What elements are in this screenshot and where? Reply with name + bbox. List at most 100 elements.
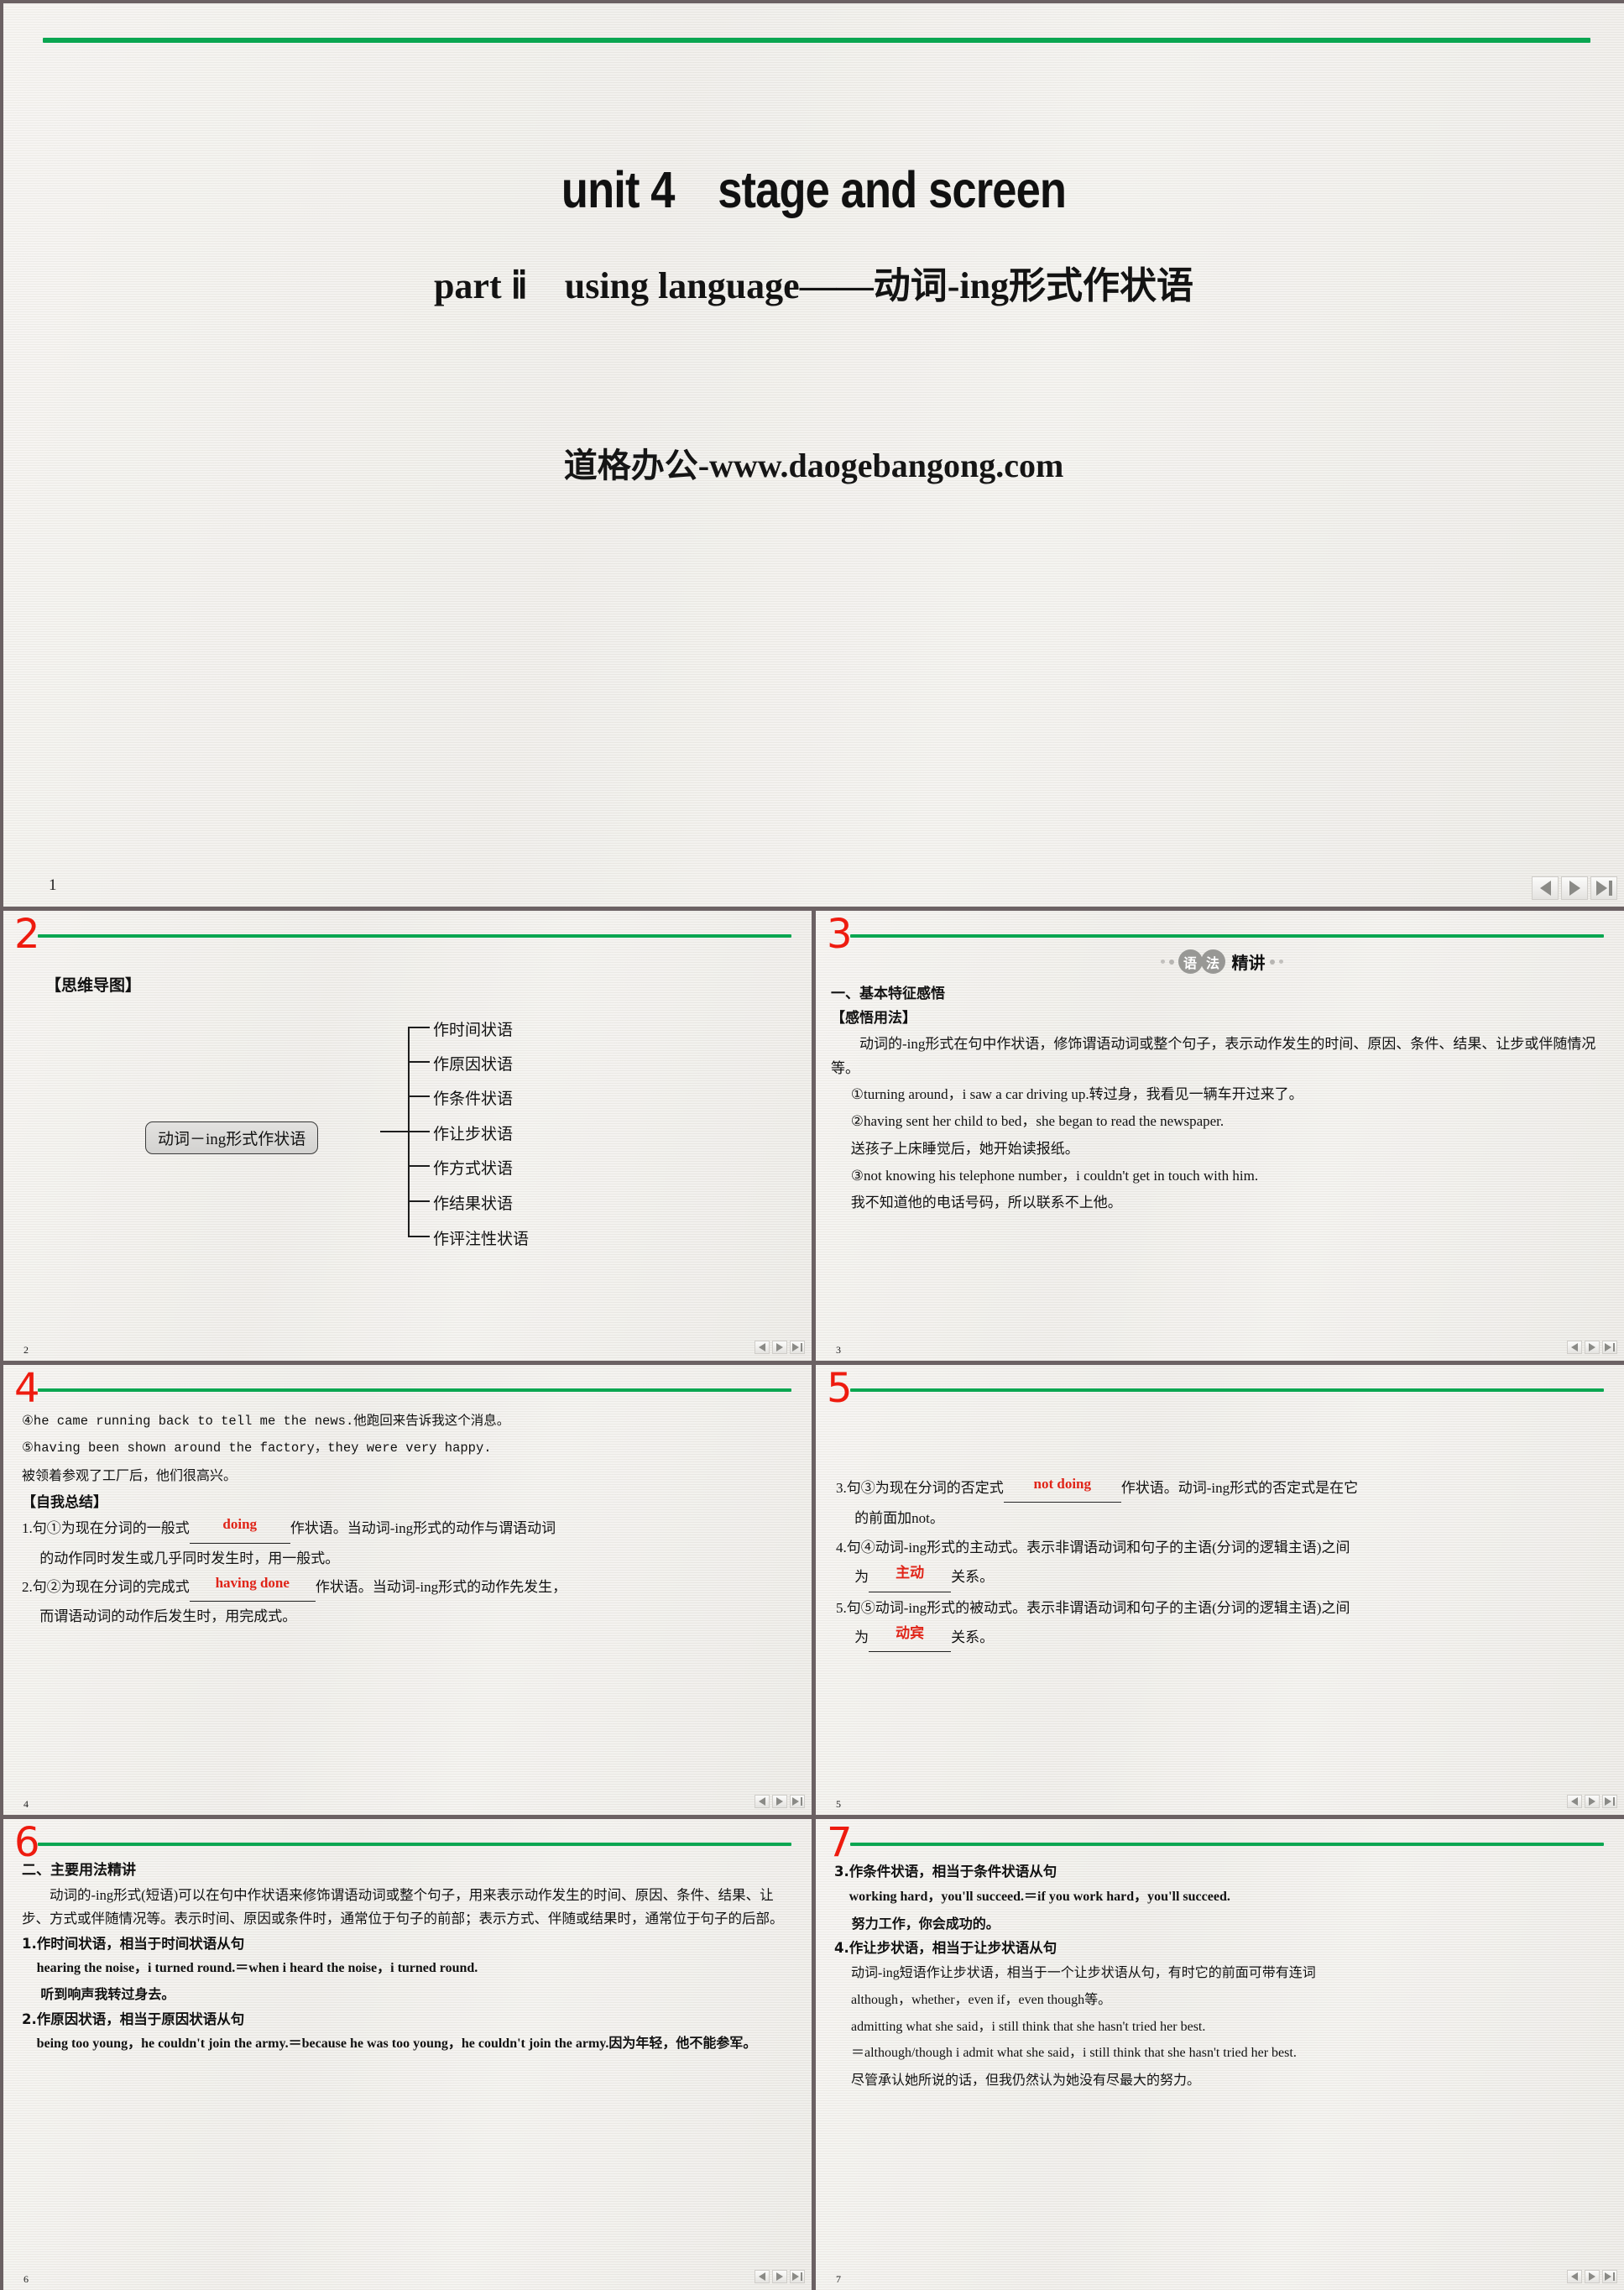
- last-slide-button[interactable]: [1590, 876, 1617, 900]
- prev-slide-button[interactable]: [1567, 2270, 1582, 2283]
- slide-5: 5 3.句③为现在分词的否定式 not doing 作状语。动词-ing形式的否定式…: [816, 1365, 1624, 1815]
- example-line: 送孩子上床睡觉后，她开始读报纸。: [850, 1140, 1079, 1157]
- slide-body: 【思维导图】 动词－ing形式作状语 作时间状语 作原因状语 作条件状语 作让步…: [23, 951, 796, 1337]
- rule-title: 4.作让步状语，相当于让步状语从句: [834, 1940, 1057, 1957]
- rule-example-en: admitting what she said，i still think th…: [851, 2019, 1206, 2034]
- mindmap-branch-line: [408, 1095, 430, 1097]
- badge-dot: [1160, 959, 1165, 964]
- mindmap-branch-line: [408, 1236, 430, 1237]
- mindmap-item: 作条件状语: [433, 1090, 514, 1108]
- summary-tail: 作状语。动词-ing形式的否定式是在它: [1120, 1480, 1359, 1496]
- slide-nav-controls[interactable]: [755, 1795, 805, 1808]
- rule-example-en: being too young，he couldn't join the arm…: [36, 2036, 757, 2051]
- blank-prefix: 为: [854, 1569, 869, 1586]
- mindmap: 动词－ing形式作状语 作时间状语 作原因状语 作条件状语 作让步状语 作方式状…: [124, 1006, 712, 1292]
- skip-end-icon: [1595, 881, 1612, 896]
- example-line: ⑤having been shown around the factory，th…: [22, 1440, 492, 1456]
- last-slide-button[interactable]: [1602, 2270, 1617, 2283]
- section-heading: 一、基本特征感悟: [831, 986, 945, 1002]
- slide-nav-controls[interactable]: [1567, 1341, 1617, 1354]
- example-line: ②having sent her child to bed，she began …: [850, 1113, 1225, 1130]
- slide-number-badge: 2: [14, 911, 40, 958]
- rule-example-zh: 努力工作，你会成功的。: [851, 1915, 1000, 1932]
- mindmap-item: 作时间状语: [433, 1021, 514, 1039]
- next-slide-button[interactable]: [1561, 876, 1588, 900]
- triangle-left-icon: [1571, 1343, 1578, 1352]
- badge-text: 精讲: [1231, 953, 1266, 973]
- blank-suffix: 关系。: [951, 1629, 995, 1645]
- prev-slide-button[interactable]: [755, 1795, 770, 1808]
- next-slide-button[interactable]: [1585, 1795, 1600, 1808]
- rule-example-zh: 听到响声我转过身去。: [40, 1985, 175, 2002]
- summary-item-5-cont: 为 动宾 关系。: [836, 1623, 1612, 1652]
- summary-item-3-cont: 的前面加not。: [854, 1510, 944, 1527]
- slide-number-badge: 6: [14, 1819, 40, 1866]
- slide-body: 二、主要用法精讲 动词的-ing形式(短语)可以在句中作状语来修饰谓语动词或整个…: [22, 1859, 800, 2266]
- prev-slide-button[interactable]: [1567, 1341, 1582, 1354]
- slide-body: 3.作条件状语，相当于条件状语从句 working hard，you'll su…: [834, 1861, 1612, 2266]
- triangle-right-icon: [776, 1797, 783, 1806]
- next-slide-button[interactable]: [1585, 1341, 1600, 1354]
- section-heading: 二、主要用法精讲: [22, 1862, 136, 1879]
- rule-title: 2.作原因状语，相当于原因状语从句: [22, 2010, 245, 2027]
- next-slide-button[interactable]: [772, 1341, 787, 1354]
- slide-body: ④he came running back to tell me the new…: [22, 1409, 798, 1791]
- slide-page-number: 4: [23, 1798, 29, 1810]
- prev-slide-button[interactable]: [755, 1341, 770, 1354]
- skip-end-icon: [1605, 2272, 1615, 2281]
- next-slide-button[interactable]: [1585, 2270, 1600, 2283]
- summary-blank-answer: 主动: [896, 1565, 925, 1582]
- triangle-left-icon: [1571, 2272, 1578, 2281]
- slide-deck: unit 4 stage and screen part ⅱ using lan…: [0, 0, 1624, 2290]
- rule-title: 3.作条件状语，相当于条件状语从句: [834, 1864, 1057, 1880]
- slide-nav-controls[interactable]: [755, 1341, 805, 1354]
- mindmap-item: 作原因状语: [433, 1055, 514, 1074]
- next-slide-button[interactable]: [772, 2270, 787, 2283]
- last-slide-button[interactable]: [1602, 1795, 1617, 1808]
- slide-number-badge: 5: [827, 1365, 853, 1412]
- summary-blank-answer: 动宾: [896, 1624, 925, 1641]
- page-subtitle: part ⅱ using language——动词-ing形式作状语: [433, 265, 1194, 306]
- triangle-right-icon: [776, 2272, 783, 2281]
- badge-circle-2: 法: [1200, 949, 1225, 974]
- prev-slide-button[interactable]: [1567, 1795, 1582, 1808]
- triangle-left-icon: [759, 1343, 765, 1352]
- slide-nav-controls[interactable]: [755, 2270, 805, 2283]
- prev-slide-button[interactable]: [1532, 876, 1559, 900]
- mindmap-branch-line: [408, 1165, 430, 1167]
- rule-note: although，whether，even if，even though等。: [851, 1992, 1112, 2007]
- prev-slide-button[interactable]: [755, 2270, 770, 2283]
- summary-item-4: 4.句④动词-ing形式的主动式。表示非谓语动词和句子的主语(分词的逻辑主语)之…: [836, 1540, 1350, 1556]
- last-slide-button[interactable]: [1602, 1341, 1617, 1354]
- last-slide-button[interactable]: [790, 2270, 805, 2283]
- page-title: unit 4 stage and screen: [561, 161, 1067, 218]
- triangle-right-icon: [1569, 881, 1580, 896]
- slide-6: 6 二、主要用法精讲 动词的-ing形式(短语)可以在句中作状语来修饰谓语动词或…: [3, 1819, 812, 2290]
- mindmap-root-node: 动词－ing形式作状语: [145, 1121, 319, 1154]
- last-slide-button[interactable]: [790, 1795, 805, 1808]
- slide-nav-controls[interactable]: [1532, 876, 1617, 900]
- mindmap-item: 作结果状语: [433, 1195, 514, 1213]
- next-slide-button[interactable]: [772, 1795, 787, 1808]
- summary-tail: 作状语。当动词-ing形式的动作先发生，: [315, 1579, 567, 1596]
- summary-blank-answer: doing: [222, 1516, 258, 1533]
- grammar-badge: 语 法 精讲: [831, 949, 1612, 974]
- slide-page-number: 1: [49, 876, 57, 894]
- example-line: ①turning around，i saw a car driving up.转…: [850, 1086, 1303, 1103]
- badge-circle-1: 语: [1178, 949, 1203, 974]
- skip-end-icon: [792, 1343, 802, 1352]
- summary-item-5: 5.句⑤动词-ing形式的被动式。表示非谓语动词和句子的主语(分词的逻辑主语)之…: [836, 1599, 1350, 1616]
- slide-nav-controls[interactable]: [1567, 1795, 1617, 1808]
- section-label: 【思维导图】: [45, 976, 142, 995]
- slide-page-number: 6: [23, 2273, 29, 2285]
- rule-note: 动词-ing短语作让步状语，相当于一个让步状语从句，有时它的前面可带有连词: [851, 1966, 1316, 1981]
- last-slide-button[interactable]: [790, 1341, 805, 1354]
- summary-item-3: 3.句③为现在分词的否定式 not doing 作状语。动词-ing形式的否定式是在…: [836, 1474, 1612, 1503]
- mindmap-stem: [380, 1131, 408, 1132]
- example-line: ③not knowing his telephone number，i coul…: [850, 1167, 1259, 1184]
- slide-page-number: 5: [836, 1798, 841, 1810]
- summary-lead: 3.句③为现在分词的否定式: [836, 1480, 1004, 1496]
- mindmap-branch-line: [408, 1027, 430, 1028]
- slide-nav-controls[interactable]: [1567, 2270, 1617, 2283]
- body-paragraph: 动词的-ing形式(短语)可以在句中作状语来修饰谓语动词或整个句子，用来表示动作…: [22, 1886, 784, 1927]
